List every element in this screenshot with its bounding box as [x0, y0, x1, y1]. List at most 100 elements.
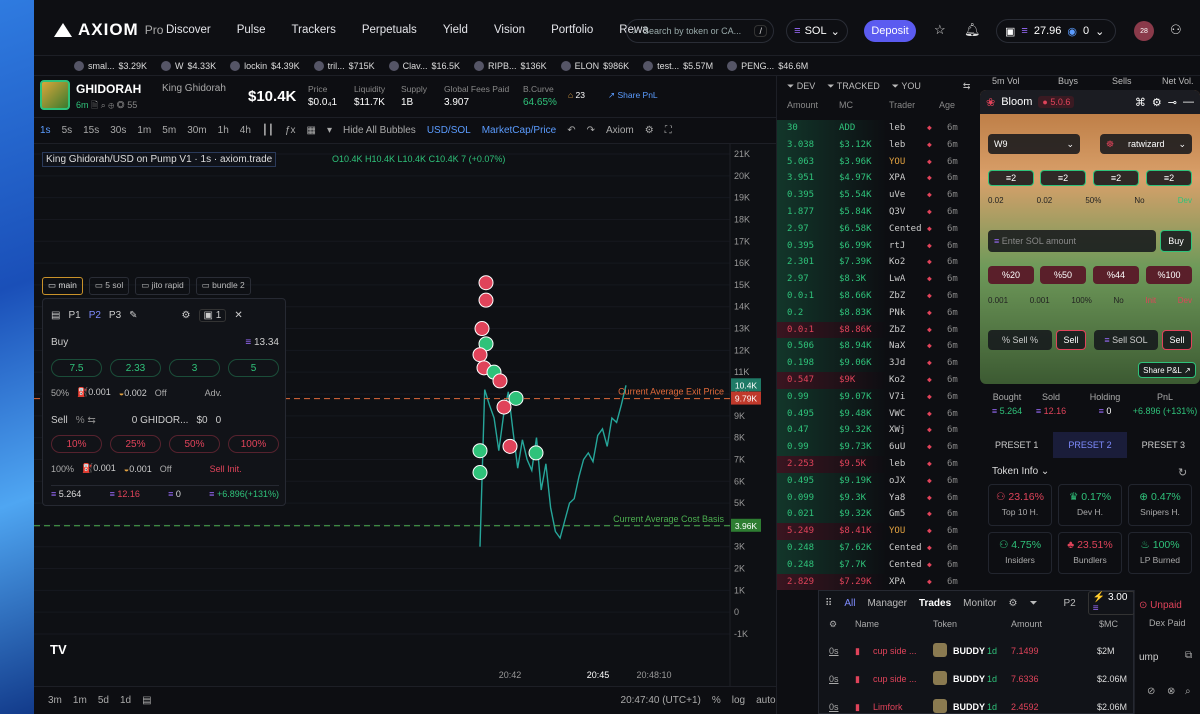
- nav-trackers[interactable]: Trackers: [292, 24, 336, 36]
- table-row[interactable]: 0.506 $8.94K NaX ◆ 6m: [777, 338, 977, 356]
- drag-handle-icon[interactable]: ⠿: [825, 598, 832, 609]
- col-mc[interactable]: MC: [839, 100, 853, 110]
- slippage[interactable]: 100%: [1071, 296, 1091, 305]
- list-item[interactable]: 0s ▮ Limfork BUDDY 1d 2.4592 $2.06M: [819, 695, 1135, 714]
- trade-trader[interactable]: Q3V: [889, 207, 905, 217]
- table-row[interactable]: 0.021 $9.32K Gm5 ◆ 6m: [777, 506, 977, 524]
- preset-p3[interactable]: P3: [109, 310, 121, 321]
- ticker-item[interactable]: tril... $715K: [313, 60, 375, 71]
- tab-5-sol[interactable]: ▭ 5 sol: [88, 277, 130, 295]
- usd-sol-toggle[interactable]: USD/SOL: [427, 125, 471, 136]
- priority-fee[interactable]: ⛽0.001: [82, 463, 116, 474]
- trade-trader[interactable]: Ko2: [889, 375, 905, 385]
- nav-perpetuals[interactable]: Perpetuals: [362, 24, 417, 36]
- interval-5s[interactable]: 5s: [62, 125, 73, 136]
- table-row[interactable]: 0.547 $9K Ko2 ◆ 6m: [777, 372, 977, 389]
- indicators-icon[interactable]: ƒx: [285, 125, 296, 136]
- mcap-price-toggle[interactable]: MarketCap/Price: [482, 125, 556, 136]
- preset-p2[interactable]: P2: [1064, 598, 1076, 609]
- tab-dev[interactable]: ⏷ DEV: [787, 81, 815, 92]
- table-row[interactable]: 5.063 $3.96K YOU ◆ 6m: [777, 153, 977, 171]
- buy-amount-button[interactable]: 3: [169, 359, 220, 377]
- mev-toggle[interactable]: No: [1134, 196, 1144, 205]
- quick-buy-amount[interactable]: ⚡ 3.00 ≡: [1087, 591, 1135, 615]
- trade-trader[interactable]: leb: [889, 123, 905, 133]
- col-trader[interactable]: Trader: [889, 100, 915, 110]
- trade-trader[interactable]: Ko2: [889, 257, 905, 267]
- table-row[interactable]: 30 ADD leb ◆ 6m: [777, 120, 977, 137]
- sell-init-button[interactable]: Sell Init.: [210, 464, 242, 474]
- avatar[interactable]: 28: [1134, 21, 1154, 41]
- bloom-sell-pct-button[interactable]: % 50: [1040, 266, 1086, 284]
- tab-trades[interactable]: Trades: [919, 598, 951, 609]
- range-1m[interactable]: 1m: [73, 695, 87, 706]
- interval-1m[interactable]: 1m: [137, 125, 151, 136]
- trade-trader[interactable]: oJX: [889, 476, 905, 486]
- table-row[interactable]: 2.829 $7.29K XPA ◆ 6m: [777, 573, 977, 591]
- sell-pct-button[interactable]: 10%: [51, 435, 102, 453]
- interval-1h[interactable]: 1h: [218, 125, 229, 136]
- table-row[interactable]: 0.198 $9.06K 3Jd ◆ 6m: [777, 355, 977, 372]
- priority-fee[interactable]: 0.02: [988, 196, 1004, 205]
- nav-vision[interactable]: Vision: [494, 24, 525, 36]
- trade-trader[interactable]: leb: [889, 140, 905, 150]
- external-link-icon[interactable]: ⧉: [1185, 650, 1192, 661]
- trade-trader[interactable]: 3Jd: [889, 358, 905, 368]
- token-info-toggle[interactable]: Token Info ⌄: [992, 466, 1049, 477]
- gear-icon[interactable]: ⚙: [1152, 96, 1162, 109]
- close-icon[interactable]: ⊗: [1167, 686, 1175, 697]
- range-5d[interactable]: 5d: [98, 695, 109, 706]
- table-row[interactable]: 0.395 $6.99K rtJ ◆ 6m: [777, 237, 977, 255]
- layout-icon[interactable]: ▦: [307, 125, 316, 136]
- trade-trader[interactable]: XPA: [889, 577, 905, 587]
- preset-2-button[interactable]: PRESET 2: [1053, 432, 1127, 458]
- edit-icon[interactable]: ✎: [129, 310, 137, 321]
- tab-manager[interactable]: Manager: [867, 598, 906, 609]
- minimize-icon[interactable]: —: [1183, 96, 1194, 108]
- bloom-sell-pct-button[interactable]: % 44: [1093, 266, 1139, 284]
- table-row[interactable]: 0.099 $9.3K Ya8 ◆ 6m: [777, 489, 977, 507]
- axiom-logo[interactable]: AXIOM Pro: [54, 20, 163, 40]
- trade-trader[interactable]: PNk: [889, 308, 905, 318]
- undo-icon[interactable]: ↶: [567, 125, 575, 136]
- wallet-balance-button[interactable]: ▣ ≡ 27.96 ◉ 0 ⌄: [996, 19, 1116, 43]
- interval-15s[interactable]: 15s: [83, 125, 99, 136]
- gear-icon[interactable]: ⚙: [645, 125, 654, 136]
- account-select[interactable]: ☸ ratwizard ⌄: [1100, 134, 1192, 154]
- bloom-preset-button[interactable]: ≡ 2: [1040, 170, 1086, 186]
- pnl-count[interactable]: ⌂ 23: [568, 90, 585, 100]
- preset-1-button[interactable]: PRESET 1: [980, 432, 1053, 458]
- mev-toggle[interactable]: Off: [155, 388, 167, 398]
- trade-trader[interactable]: ZbZ: [889, 291, 905, 301]
- deposit-button[interactable]: Deposit: [864, 20, 916, 42]
- table-row[interactable]: 2.97 $6.58K Cented ◆ 6m: [777, 220, 977, 238]
- gear-icon[interactable]: ⚙: [182, 310, 191, 321]
- bell-icon[interactable]: 🔔︎: [964, 22, 981, 38]
- token-image[interactable]: [40, 80, 70, 110]
- gear-icon[interactable]: ⚙: [1009, 598, 1018, 609]
- interval-5m[interactable]: 5m: [162, 125, 176, 136]
- preset-p2[interactable]: P2: [89, 310, 101, 321]
- filter-icon[interactable]: ⏷: [1030, 598, 1038, 609]
- sell-sol-input[interactable]: ≡ Sell SOL: [1094, 330, 1158, 350]
- bribe-fee[interactable]: ◒0.002: [119, 388, 147, 398]
- ticker-item[interactable]: W $4.33K: [161, 60, 216, 71]
- wallet-count[interactable]: ▣ 1: [198, 309, 227, 322]
- tab-tracked[interactable]: ⏷ TRACKED: [827, 81, 880, 92]
- sell-pct-input[interactable]: % Sell %: [988, 330, 1052, 350]
- tab-you[interactable]: ⏷ YOU: [892, 81, 921, 92]
- table-row[interactable]: 0.99 $9.73K 6uU ◆ 6m: [777, 439, 977, 456]
- bloom-preset-button[interactable]: ≡ 2: [1146, 170, 1192, 186]
- hide-bubbles-button[interactable]: Hide All Bubbles: [343, 125, 416, 136]
- trade-trader[interactable]: Ya8: [889, 493, 905, 503]
- tab-all[interactable]: All: [844, 598, 855, 609]
- table-row[interactable]: 2.253 $9.5K leb ◆ 6m: [777, 456, 977, 473]
- sell-mode-icon[interactable]: % ⇆: [76, 415, 96, 426]
- bloom-sell-button[interactable]: Sell: [1056, 330, 1086, 350]
- refresh-icon[interactable]: ↻: [1178, 466, 1187, 479]
- ticker-item[interactable]: PENG... $46.6M: [727, 60, 808, 71]
- trade-trader[interactable]: Gm5: [889, 509, 905, 519]
- table-row[interactable]: 5.249 $8.41K YOU ◆ 6m: [777, 523, 977, 540]
- slippage[interactable]: 100%: [51, 464, 74, 474]
- bribe-fee[interactable]: ◒0.001: [124, 464, 152, 474]
